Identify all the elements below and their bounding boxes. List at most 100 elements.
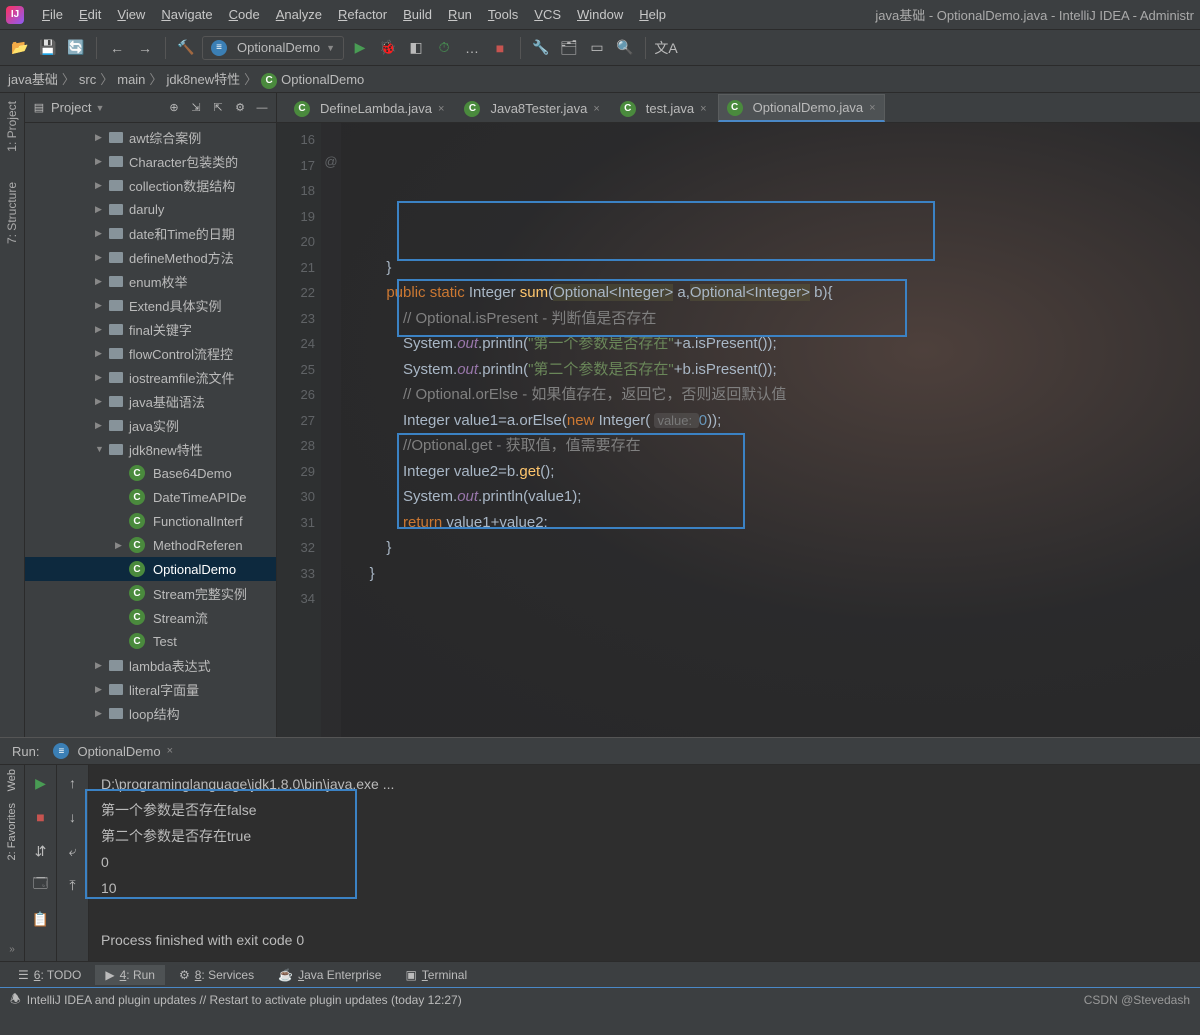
menu-navigate[interactable]: Navigate: [153, 4, 220, 25]
breadcrumb-item[interactable]: java基础: [8, 72, 58, 87]
rerun-icon[interactable]: ▶: [29, 771, 53, 795]
menu-window[interactable]: Window: [569, 4, 631, 25]
close-icon[interactable]: ×: [700, 103, 706, 115]
project-tree[interactable]: ▶awt综合案例▶Character包装类的▶collection数据结构▶da…: [25, 123, 276, 737]
collapse-icon[interactable]: ⇱: [210, 100, 226, 116]
search-icon[interactable]: 🔍: [613, 36, 637, 60]
project-panel: ▤ Project ▼ ⊕ ⇲ ⇱ ⚙ — ▶awt综合案例▶Character…: [25, 93, 277, 737]
tree-item[interactable]: CBase64Demo: [25, 461, 276, 485]
tree-item[interactable]: ▼jdk8new特性: [25, 437, 276, 461]
attach-icon[interactable]: …: [460, 36, 484, 60]
bottom-tab[interactable]: ☰6: TODO: [8, 965, 91, 985]
tree-item[interactable]: CStream流: [25, 605, 276, 629]
dump-icon[interactable]: 📋: [29, 907, 53, 931]
tree-item[interactable]: ▶literal字面量: [25, 677, 276, 701]
expand-icon[interactable]: ⇲: [188, 100, 204, 116]
favorites-tab[interactable]: 2: Favorites: [6, 803, 18, 860]
stop-run-icon[interactable]: ■: [29, 805, 53, 829]
close-icon[interactable]: ×: [438, 103, 444, 115]
profile-icon[interactable]: ⏱: [432, 36, 456, 60]
bottom-tab[interactable]: ☕Java Enterprise: [268, 965, 391, 985]
menu-edit[interactable]: Edit: [71, 4, 109, 25]
scroll-icon[interactable]: ⤒: [61, 873, 85, 897]
stop-icon[interactable]: ■: [488, 36, 512, 60]
hammer-icon[interactable]: 🔨: [174, 36, 198, 60]
console-output[interactable]: D:\programinglanguage\jdk1.8.0\bin\java.…: [89, 765, 1200, 961]
pin-icon[interactable]: 🗔: [29, 873, 53, 897]
coverage-icon[interactable]: ◧: [404, 36, 428, 60]
project-panel-header: ▤ Project ▼ ⊕ ⇲ ⇱ ⚙ —: [25, 93, 276, 123]
tree-item[interactable]: ▶final关键字: [25, 317, 276, 341]
tree-item[interactable]: ▶java实例: [25, 413, 276, 437]
notify-icon[interactable]: 🕭: [10, 990, 21, 1011]
menu-analyze[interactable]: Analyze: [268, 4, 330, 25]
run-config-selector[interactable]: ≡ OptionalDemo ▼: [202, 36, 344, 60]
tree-item[interactable]: ▶awt综合案例: [25, 125, 276, 149]
menu-refactor[interactable]: Refactor: [330, 4, 395, 25]
breadcrumb-item[interactable]: src: [79, 72, 96, 87]
menu-run[interactable]: Run: [440, 4, 480, 25]
tree-item[interactable]: ▶CMethodReferen: [25, 533, 276, 557]
breadcrumb-item[interactable]: jdk8new特性: [166, 72, 240, 87]
editor-tab[interactable]: CDefineLambda.java×: [285, 94, 453, 122]
open-icon[interactable]: 📂: [8, 36, 32, 60]
tree-item[interactable]: ▶java基础语法: [25, 389, 276, 413]
menu-view[interactable]: View: [109, 4, 153, 25]
tree-item[interactable]: CFunctionalInterf: [25, 509, 276, 533]
tree-item[interactable]: ▶collection数据结构: [25, 173, 276, 197]
menu-file[interactable]: File: [34, 4, 71, 25]
translate-icon[interactable]: 文A: [654, 36, 678, 60]
tree-item[interactable]: ▶Extend具体实例: [25, 293, 276, 317]
tree-item[interactable]: ▶enum枚举: [25, 269, 276, 293]
breadcrumb-item[interactable]: COptionalDemo: [261, 72, 364, 87]
web-tab[interactable]: Web: [6, 769, 18, 791]
down-icon[interactable]: ↓: [61, 805, 85, 829]
structure-tab[interactable]: 7: Structure: [5, 182, 19, 244]
avd-icon[interactable]: ▭: [585, 36, 609, 60]
forward-icon[interactable]: →: [133, 36, 157, 60]
tree-item[interactable]: ▶iostreamfile流文件: [25, 365, 276, 389]
debug-icon[interactable]: 🐞: [376, 36, 400, 60]
hide-icon[interactable]: —: [254, 100, 270, 116]
breadcrumb-item[interactable]: main: [117, 72, 145, 87]
menu-tools[interactable]: Tools: [480, 4, 526, 25]
up-icon[interactable]: ↑: [61, 771, 85, 795]
menu-code[interactable]: Code: [221, 4, 268, 25]
tree-item[interactable]: ▶flowControl流程控: [25, 341, 276, 365]
save-icon[interactable]: 💾: [36, 36, 60, 60]
editor-tab[interactable]: CJava8Tester.java×: [455, 94, 608, 122]
wrap-icon[interactable]: ⤶: [61, 839, 85, 863]
layout-icon[interactable]: ⇵: [29, 839, 53, 863]
close-icon[interactable]: ×: [869, 102, 875, 114]
editor-tab[interactable]: COptionalDemo.java×: [718, 94, 885, 122]
structure-icon[interactable]: 🗂: [557, 36, 581, 60]
bottom-tab[interactable]: ▣Terminal: [395, 965, 477, 985]
editor-tab[interactable]: Ctest.java×: [611, 94, 716, 122]
tree-item[interactable]: ▶date和Time的日期: [25, 221, 276, 245]
wrench-icon[interactable]: 🔧: [529, 36, 553, 60]
tree-item[interactable]: COptionalDemo: [25, 557, 276, 581]
bottom-tab[interactable]: ▶4: Run: [95, 965, 165, 985]
menu-help[interactable]: Help: [631, 4, 674, 25]
gear-icon[interactable]: ⚙: [232, 100, 248, 116]
tree-item[interactable]: ▶defineMethod方法: [25, 245, 276, 269]
tree-item[interactable]: CDateTimeAPIDe: [25, 485, 276, 509]
run-tab-label[interactable]: OptionalDemo: [77, 744, 160, 759]
code-editor[interactable]: 16171819202122232425262728293031323334 @…: [277, 123, 1200, 737]
tree-item[interactable]: ▶lambda表达式: [25, 653, 276, 677]
menu-vcs[interactable]: VCS: [526, 4, 569, 25]
tree-item[interactable]: ▶loop结构: [25, 701, 276, 725]
back-icon[interactable]: ←: [105, 36, 129, 60]
tree-item[interactable]: CStream完整实例: [25, 581, 276, 605]
close-icon[interactable]: ×: [593, 103, 599, 115]
select-target-icon[interactable]: ⊕: [166, 100, 182, 116]
tree-item[interactable]: ▶daruly: [25, 197, 276, 221]
sync-icon[interactable]: 🔄: [64, 36, 88, 60]
tree-item[interactable]: ▶Character包装类的: [25, 149, 276, 173]
project-tab[interactable]: 1: Project: [5, 101, 19, 152]
tree-item[interactable]: CTest: [25, 629, 276, 653]
code-content[interactable]: } public static Integer sum(Optional<Int…: [341, 123, 1200, 737]
run-icon[interactable]: ▶: [348, 36, 372, 60]
menu-build[interactable]: Build: [395, 4, 440, 25]
bottom-tab[interactable]: ⚙8: Services: [169, 965, 264, 985]
